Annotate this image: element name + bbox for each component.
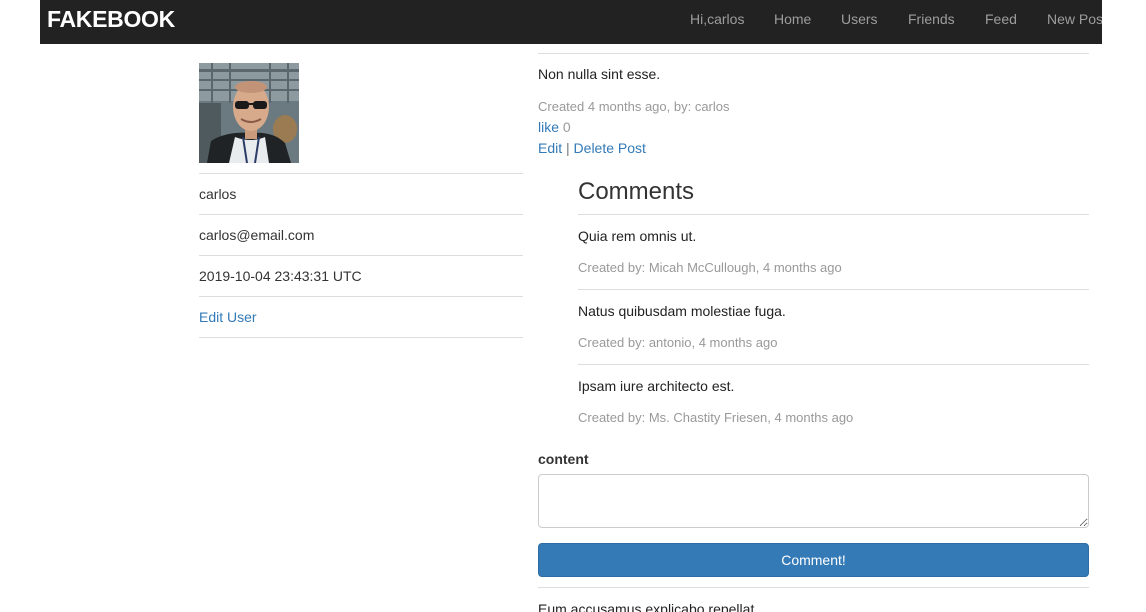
comments-heading: Comments (578, 178, 695, 205)
like-count: 0 (562, 119, 571, 135)
avatar (199, 63, 299, 163)
action-separator: | (566, 140, 570, 156)
nav-link-home[interactable]: Home (774, 11, 811, 27)
profile-email: carlos@email.com (199, 227, 315, 243)
comment-text: Natus quibusdam molestiae fuga. (578, 303, 786, 319)
nav-greeting[interactable]: Hi,carlos (690, 11, 744, 27)
edit-user-link[interactable]: Edit User (199, 309, 257, 325)
post-content: Non nulla sint esse. (538, 66, 661, 82)
comment-divider (578, 364, 1089, 365)
profile-created-at: 2019-10-04 23:43:31 UTC (199, 268, 362, 284)
comment-meta: Created by: Ms. Chastity Friesen, 4 mont… (578, 410, 854, 425)
next-post-divider (538, 587, 1089, 588)
like-link[interactable]: like (538, 119, 559, 135)
post-actions: Edit | Delete Post (538, 140, 646, 156)
comment-text: Quia rem omnis ut. (578, 228, 697, 244)
avatar-photo (199, 63, 299, 163)
comment-meta: Created by: Micah McCullough, 4 months a… (578, 260, 842, 275)
edit-post-link[interactable]: Edit (538, 140, 562, 156)
nav-link-feed[interactable]: Feed (985, 11, 1017, 27)
delete-post-link[interactable]: Delete Post (574, 140, 646, 156)
comment-text: Ipsam iure architecto est. (578, 378, 735, 394)
nav-link-friends[interactable]: Friends (908, 11, 955, 27)
post-likes: like 0 (538, 119, 571, 135)
profile-list-divider (199, 337, 523, 338)
navbar: FAKEBOOK Hi,carlos Home Users Friends Fe… (40, 0, 1102, 44)
profile-email-row: carlos@email.com (199, 214, 523, 255)
profile-edit-row: Edit User (199, 296, 523, 337)
post-meta: Created 4 months ago, by: carlos (538, 99, 730, 114)
nav-link-users[interactable]: Users (841, 11, 878, 27)
comment-divider (578, 289, 1089, 290)
comments-heading-divider (578, 214, 1089, 215)
brand-logo[interactable]: FAKEBOOK (47, 6, 175, 33)
content-label: content (538, 451, 589, 467)
profile-name-row: carlos (199, 173, 523, 214)
comment-meta: Created by: antonio, 4 months ago (578, 335, 778, 350)
profile-name: carlos (199, 186, 237, 202)
profile-created-row: 2019-10-04 23:43:31 UTC (199, 255, 523, 296)
next-post-content: Eum accusamus explicabo repellat. (538, 601, 759, 612)
nav-link-new-post[interactable]: New Pos (1047, 11, 1102, 27)
comment-content-input[interactable] (538, 474, 1089, 528)
post-top-divider (538, 53, 1089, 54)
comment-submit-button[interactable]: Comment! (538, 543, 1089, 577)
